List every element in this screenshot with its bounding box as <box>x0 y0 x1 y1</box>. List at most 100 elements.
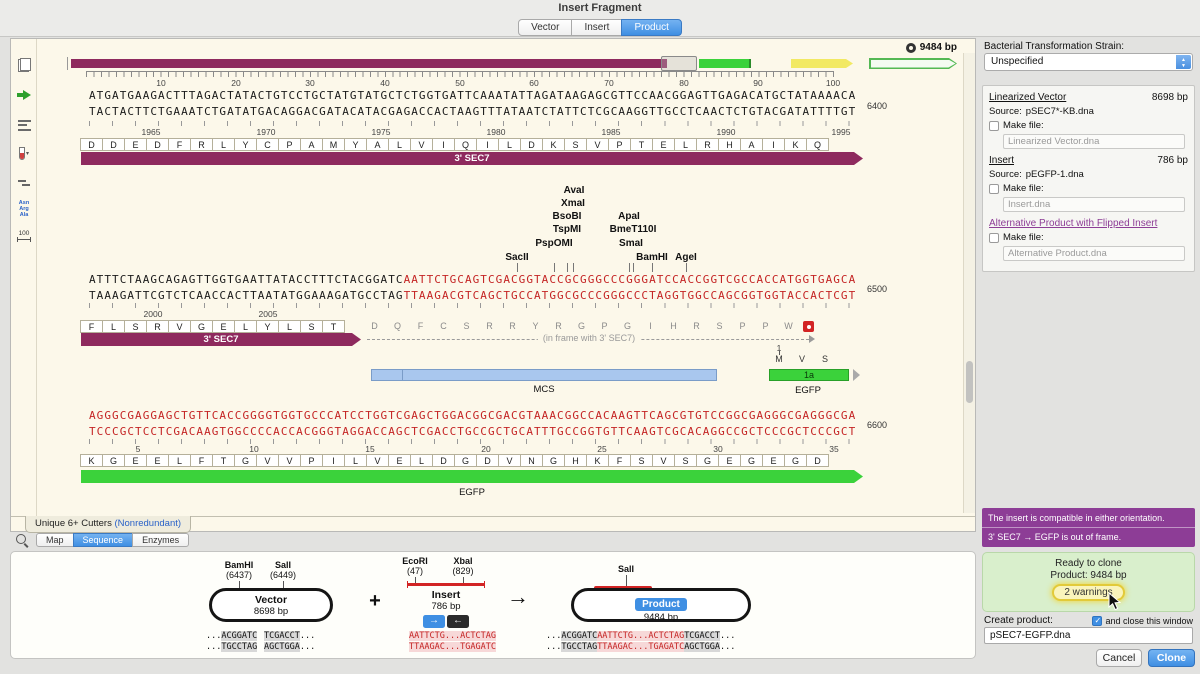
minimap-yellow-feature[interactable] <box>791 59 853 68</box>
insert-fragment-bar[interactable] <box>407 583 485 586</box>
translation-icon[interactable]: Asn Arg Ala <box>13 197 35 221</box>
ruler-number: 80 <box>679 78 688 88</box>
alt-make-file-checkbox[interactable] <box>989 233 999 243</box>
bottom-strand-2[interactable]: TAAAGATTCGTCTCAACCACTTAATATGGAAAGATGCCTA… <box>89 289 856 302</box>
enzyme-label[interactable]: ApaI <box>618 211 640 222</box>
ruler-number: 1985 <box>602 127 621 137</box>
enzyme-label[interactable]: BamHI <box>636 252 668 263</box>
aa-letter: V <box>410 138 433 151</box>
aa-letter: G <box>740 454 763 467</box>
aa-letter: Q <box>806 138 829 151</box>
close-window-checkbox[interactable] <box>1092 616 1102 626</box>
cancel-button[interactable]: Cancel <box>1096 649 1142 667</box>
egfp-exon-bar[interactable]: 1a <box>769 369 849 381</box>
aa-letter: G <box>102 454 125 467</box>
minimap-viewport-slider[interactable] <box>661 56 697 71</box>
bottom-strand-1[interactable]: TACTACTTCTGAAATCTGATATGACAGGACGATACATACG… <box>89 105 856 118</box>
alt-filename-input[interactable]: Alternative Product.dna <box>1003 246 1185 261</box>
clone-button[interactable]: Clone <box>1148 649 1195 667</box>
aa-letter: D <box>146 138 169 151</box>
blunt-ends-icon[interactable] <box>13 171 35 195</box>
top-strand-3[interactable]: AGGGCGAGGAGCTGTTCACCGGGGTGGTGCCCATCCTGGT… <box>89 409 856 422</box>
aa-letter: P <box>593 320 616 333</box>
product-filename-input[interactable]: pSEC7-EGFP.dna <box>984 627 1193 644</box>
aa-letter: K <box>784 138 807 151</box>
enzyme-label[interactable]: SmaI <box>619 238 643 249</box>
view-tab-sequence[interactable]: Sequence <box>73 533 134 547</box>
feature-sec7-bar-2[interactable]: 3' SEC7 <box>81 333 361 346</box>
enzyme-label[interactable]: PspOMI <box>535 238 572 249</box>
aa-letter: K <box>80 454 103 467</box>
top-strand-1[interactable]: ATGATGAAGACTTTAGACTATACTGTCCTGCTATGTATGC… <box>89 89 856 102</box>
minimap-sec7-feature[interactable] <box>71 59 667 68</box>
view-tab-map[interactable]: Map <box>36 533 74 547</box>
sequence-toolbar: ▾ Asn Arg Ala 100 <box>11 39 37 531</box>
aa-row-1: DDEDFRLYCPAMYALVIQILDKSVPTELRHAIKQ <box>81 138 829 152</box>
egfp-label-main: EGFP <box>459 487 485 498</box>
feature-sec7-bar-1[interactable]: 3' SEC7 <box>81 152 863 165</box>
vector-plasmid[interactable]: Vector 8698 bp <box>209 588 333 622</box>
aa-letter: S <box>674 454 697 467</box>
enzyme-label[interactable]: BmeT110I <box>610 224 657 235</box>
alt-product-title: Alternative Product with Flipped Insert <box>989 218 1157 229</box>
aa-letter: R <box>685 320 708 333</box>
view-tab-enzymes[interactable]: Enzymes <box>132 533 189 547</box>
top-strand-2[interactable]: ATTTCTAAGCAGAGTTGGTGAATTATACCTTTCTACGGAT… <box>89 273 856 286</box>
copy-icon[interactable] <box>13 53 35 77</box>
aa-letter: P <box>731 320 754 333</box>
insert-make-file-checkbox[interactable] <box>989 184 999 194</box>
cutters-tab[interactable]: Unique 6+ Cutters (Nonredundant) <box>25 516 191 533</box>
create-product-label: Create product: <box>984 615 1053 626</box>
gear-icon[interactable] <box>906 43 916 53</box>
aa-row-2-plain: DQFCSRRYRGPGIHRSPPW <box>363 320 800 334</box>
insert-reverse-button[interactable]: ← <box>447 615 469 628</box>
aa-letter: R <box>696 138 719 151</box>
ruler-numbers-2: 20002005 <box>11 309 975 319</box>
tab-vector[interactable]: Vector <box>518 19 572 36</box>
bottom-strand-3[interactable]: TCCCGCTCCTCGACAAGTGGCCCCACCACGGGTAGGACCA… <box>89 425 856 438</box>
enzyme-cut-line <box>652 263 653 272</box>
feature-egfp-bar[interactable] <box>81 470 863 483</box>
minimap-egfp-feature[interactable] <box>699 59 751 68</box>
vertical-scrollbar[interactable] <box>963 53 975 513</box>
ruler-number: 25 <box>597 444 606 454</box>
enzyme-label[interactable]: BsoBI <box>553 211 582 222</box>
enzyme-label[interactable]: AgeI <box>675 252 697 263</box>
product-site-sali: SalI <box>618 564 634 574</box>
ruler-numbers-1: 1965197019751980198519901995 <box>11 127 975 137</box>
aa-letter: F <box>168 138 191 151</box>
mcs-feature-bar[interactable] <box>371 369 717 381</box>
zoom-icon[interactable] <box>16 534 29 547</box>
dialog-title: Insert Fragment <box>0 0 1200 17</box>
aa-letter: H <box>662 320 685 333</box>
vector-make-file-checkbox[interactable] <box>989 121 999 131</box>
insert-snippet: AATTCTG...ACTCTAGTTAAGAC...TGAGATC <box>409 631 496 653</box>
tab-insert[interactable]: Insert <box>571 19 622 36</box>
strain-select[interactable]: Unspecified ▲▼ <box>984 53 1193 71</box>
enzyme-label[interactable]: SacII <box>505 252 528 263</box>
insert-forward-button[interactable]: → <box>423 615 445 628</box>
aa-letter: M <box>322 138 345 151</box>
egfp-label-small: EGFP <box>795 385 821 396</box>
vector-filename-input[interactable]: Linearized Vector.dna <box>1003 134 1185 149</box>
minimap-outline-feature[interactable] <box>869 58 957 69</box>
aa-letter: L <box>674 138 697 151</box>
enzyme-label[interactable]: AvaI <box>564 185 585 196</box>
enzyme-tube-icon[interactable]: ▾ <box>13 141 35 165</box>
aa-letter: L <box>278 320 301 333</box>
enzyme-label[interactable]: XmaI <box>561 198 585 209</box>
scrollbar-thumb[interactable] <box>966 361 973 403</box>
aa-letter: V <box>586 138 609 151</box>
insert-filename-input[interactable]: Insert.dna <box>1003 197 1185 212</box>
aa-letter: R <box>146 320 169 333</box>
aa-letter: A <box>740 138 763 151</box>
aa-letter: R <box>547 320 570 333</box>
aa-letter: L <box>344 454 367 467</box>
ruler-number: 1990 <box>717 127 736 137</box>
numbering-icon[interactable]: 100 <box>13 223 35 247</box>
minimap-numbers: 102030405060708090100 <box>11 78 975 88</box>
tab-product[interactable]: Product <box>621 19 681 36</box>
aa-letter: V <box>278 454 301 467</box>
enzyme-label[interactable]: TspMI <box>553 224 581 235</box>
product-plasmid[interactable]: Product 9484 bp <box>571 588 751 622</box>
